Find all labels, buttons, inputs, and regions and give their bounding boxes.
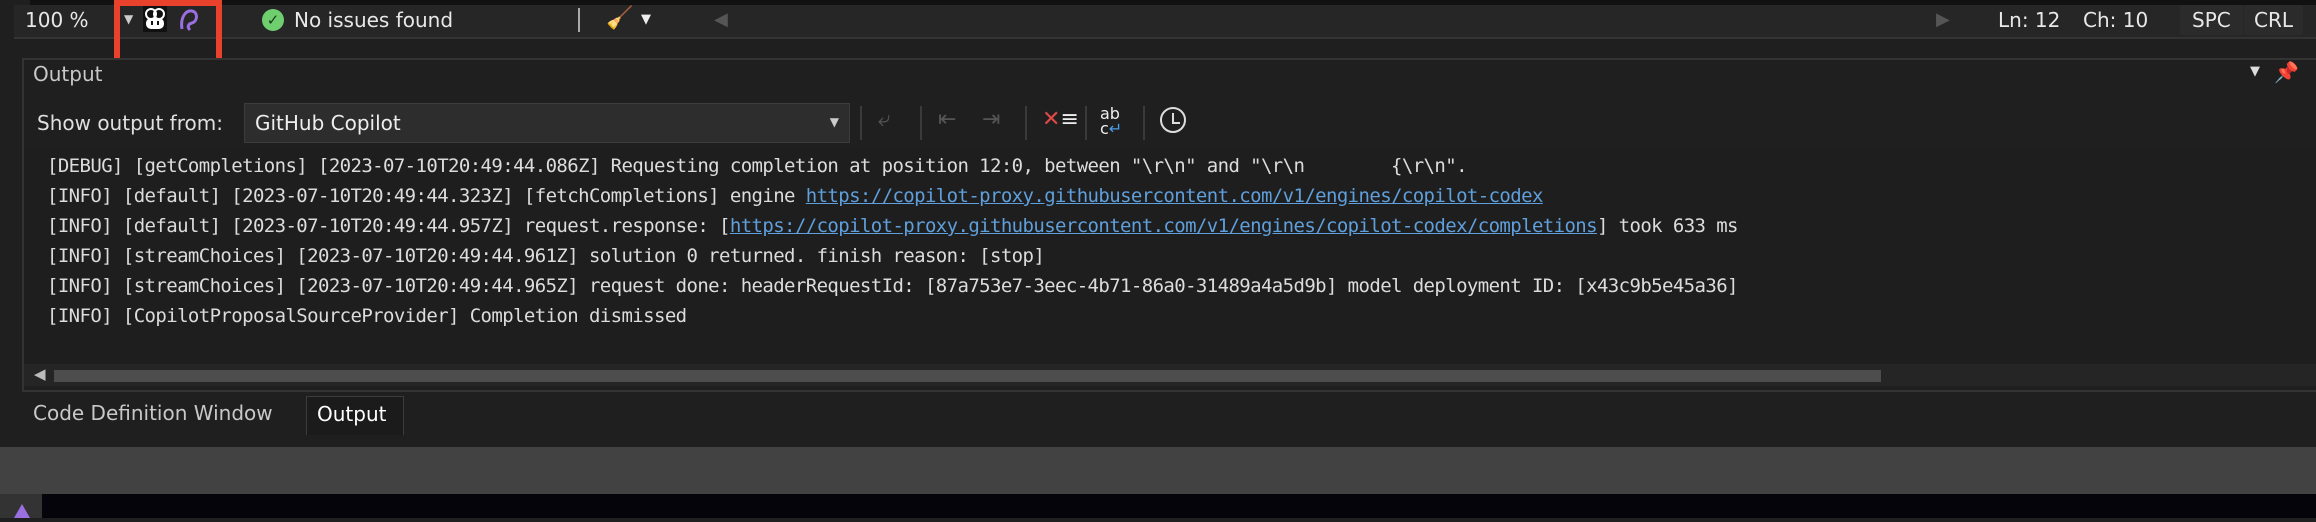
char-number[interactable]: Ch: 10 — [2083, 8, 2148, 32]
log-line: [INFO] [CopilotProposalSourceProvider] C… — [47, 305, 687, 327]
log-line: [INFO] [default] [2023-07-10T20:49:44.95… — [47, 215, 1739, 237]
word-wrap-icon[interactable]: ab c↵ — [1100, 106, 1122, 137]
clock-icon[interactable] — [1160, 107, 1186, 133]
line-ending-indicator[interactable]: CRL — [2244, 5, 2304, 35]
panel-title: Output — [33, 62, 103, 86]
log-line: [INFO] [default] [2023-07-10T20:49:44.32… — [47, 185, 1543, 207]
issues-status[interactable]: No issues found — [294, 8, 453, 32]
clear-all-icon[interactable]: ✕≡ — [1042, 107, 1079, 132]
log-link[interactable]: https://copilot-proxy.githubusercontent.… — [730, 215, 1598, 237]
log-line: [INFO] [streamChoices] [2023-07-10T20:49… — [47, 275, 1738, 297]
go-to-location-icon[interactable]: ⤶ — [878, 107, 890, 132]
bottom-area — [0, 494, 2316, 518]
tab-code-definition-window[interactable]: Code Definition Window — [33, 401, 273, 425]
previous-message-icon[interactable]: ⇤ — [938, 107, 956, 132]
horizontal-scrollbar[interactable]: ◀ — [24, 364, 2316, 386]
output-source-value: GitHub Copilot — [255, 111, 401, 135]
divider — [578, 8, 580, 32]
chevron-down-icon: ▼ — [829, 115, 839, 129]
scroll-left-icon[interactable]: ◀ — [34, 365, 46, 383]
gray-bar — [0, 447, 2316, 494]
pin-icon[interactable]: 📌 — [2274, 60, 2299, 84]
tab-output[interactable]: Output — [306, 396, 404, 435]
log-link[interactable]: https://copilot-proxy.githubusercontent.… — [806, 185, 1544, 207]
next-message-icon[interactable]: ⇥ — [982, 107, 1000, 132]
divider — [860, 106, 862, 140]
output-log[interactable]: [DEBUG] [getCompletions] [2023-07-10T20:… — [24, 148, 2316, 364]
divider — [1025, 106, 1027, 140]
check-icon: ✓ — [262, 9, 284, 31]
divider — [1143, 106, 1145, 140]
log-line: [INFO] [streamChoices] [2023-07-10T20:49… — [47, 245, 1045, 267]
spacing-indicator[interactable]: SPC — [2180, 5, 2243, 35]
zoom-level[interactable]: 100 % — [25, 8, 89, 32]
scroll-right-icon[interactable]: ▶ — [1936, 9, 1950, 30]
scrollbar-thumb[interactable] — [54, 370, 1881, 382]
log-line: [DEBUG] [getCompletions] [2023-07-10T20:… — [47, 155, 1468, 177]
scroll-left-icon[interactable]: ◀ — [714, 9, 728, 30]
vs-logo-icon — [0, 494, 42, 518]
panel-menu-icon[interactable]: ▼ — [2250, 64, 2260, 79]
divider — [1085, 106, 1087, 140]
show-output-label: Show output from: — [37, 111, 223, 135]
output-source-select[interactable]: GitHub Copilot ▼ — [244, 103, 850, 143]
divider — [920, 106, 922, 140]
tab-output-label: Output — [317, 402, 387, 426]
code-cleanup-icon[interactable]: 🧹 — [606, 6, 633, 31]
line-number[interactable]: Ln: 12 — [1998, 8, 2060, 32]
cleanup-dropdown-icon[interactable]: ▼ — [641, 12, 651, 27]
